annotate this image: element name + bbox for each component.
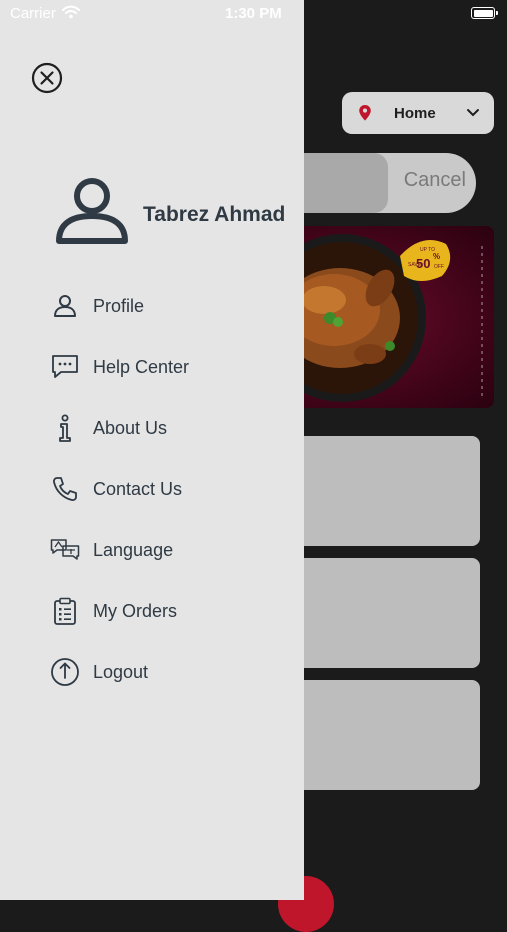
- language-icon: [50, 535, 80, 565]
- info-icon: [50, 413, 80, 443]
- carrier-label: Carrier: [10, 5, 56, 22]
- menu-item-my-orders[interactable]: My Orders: [50, 591, 290, 631]
- badge-left-text: SAVE: [408, 262, 422, 268]
- location-pin-icon: [359, 105, 371, 121]
- menu-item-language[interactable]: Language: [50, 530, 290, 570]
- side-drawer: Tabrez Ahmad Profile Help Center About U…: [0, 0, 304, 900]
- cancel-button[interactable]: Cancel: [404, 169, 466, 192]
- user-name: Tabrez Ahmad: [143, 203, 286, 226]
- chevron-down-icon: [467, 109, 479, 117]
- phone-icon: [50, 474, 80, 504]
- battery-tip: [496, 11, 498, 15]
- user-icon: [50, 291, 80, 321]
- battery-icon: [471, 7, 495, 19]
- chat-bubble-icon: [50, 352, 80, 382]
- user-profile-header: Tabrez Ahmad: [55, 178, 300, 248]
- close-circle-icon[interactable]: [31, 62, 63, 94]
- badge-bottom-text: OFF: [434, 264, 444, 270]
- menu-item-about-us[interactable]: About Us: [50, 408, 290, 448]
- menu-item-label: About Us: [93, 417, 168, 438]
- power-icon: [50, 657, 80, 687]
- location-label: Home: [394, 104, 436, 122]
- menu-item-help-center[interactable]: Help Center: [50, 347, 290, 387]
- wifi-icon: [62, 5, 80, 19]
- user-avatar-icon: [56, 178, 128, 244]
- menu-item-label: Help Center: [93, 356, 190, 377]
- menu-item-label: Logout: [93, 661, 149, 682]
- location-selector[interactable]: Home: [342, 92, 494, 134]
- clipboard-icon: [50, 596, 80, 626]
- badge-percent-text: %: [433, 252, 440, 261]
- status-bar: Carrier 1:30 PM: [0, 0, 507, 28]
- menu-item-logout[interactable]: Logout: [50, 652, 290, 692]
- clock: 1:30 PM: [225, 5, 282, 22]
- menu-item-label: Profile: [93, 295, 145, 316]
- menu-item-label: Language: [93, 539, 174, 560]
- menu-item-profile[interactable]: Profile: [50, 286, 290, 326]
- menu-item-label: My Orders: [93, 600, 178, 621]
- menu-item-label: Contact Us: [93, 478, 183, 499]
- menu-item-contact-us[interactable]: Contact Us: [50, 469, 290, 509]
